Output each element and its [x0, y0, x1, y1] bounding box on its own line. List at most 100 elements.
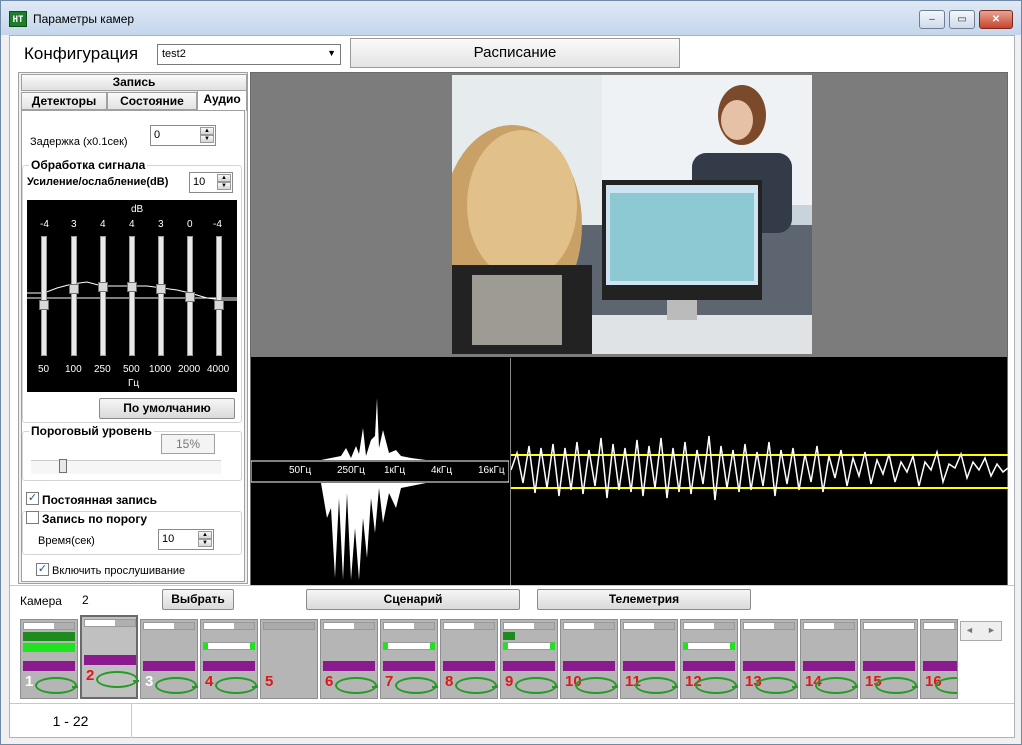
eq-thumb-100[interactable] [69, 284, 79, 294]
eq-slider-1000[interactable] [158, 236, 164, 356]
camera-thumb-3[interactable]: 3 [140, 619, 198, 699]
tab-audio[interactable]: Аудио [197, 90, 247, 111]
camera-number: 8 [445, 673, 454, 690]
select-button[interactable]: Выбрать [162, 589, 234, 610]
eq-thumb-4000[interactable] [214, 300, 224, 310]
record-bar [683, 661, 735, 671]
record-bar [383, 661, 435, 671]
delay-value: 0 [154, 129, 161, 141]
record-bar [23, 661, 75, 671]
green-loop-icon [695, 677, 738, 694]
tab-detectors[interactable]: Детекторы [21, 92, 107, 110]
delay-spinner[interactable]: 0 ▲ ▼ [150, 125, 216, 146]
camera-controls-bar: Камера 2 Выбрать Сценарий Телеметрия [10, 585, 1014, 615]
camera-thumb-1[interactable]: 1 [20, 619, 78, 699]
spin-up-icon[interactable]: ▲ [200, 127, 214, 135]
maximize-button[interactable]: ▭ [949, 10, 975, 29]
tab-state[interactable]: Состояние [107, 92, 197, 110]
camera-thumb-5[interactable]: 5 [260, 619, 318, 699]
eq-freq-1000: 1000 [149, 364, 172, 375]
camera-range-tab[interactable]: 1 - 22 [10, 704, 132, 738]
eq-thumb-50[interactable] [39, 300, 49, 310]
listen-checkbox[interactable]: ✓ [36, 563, 49, 576]
eq-slider-4000[interactable] [216, 236, 222, 356]
activity-bar [503, 632, 515, 640]
spin-down-icon[interactable]: ▼ [198, 539, 212, 547]
camera-thumb-16[interactable]: 16 [920, 619, 958, 699]
status-bar [23, 622, 75, 630]
threshold-thumb[interactable] [59, 459, 67, 473]
constant-record-checkbox[interactable]: ✓ [26, 492, 39, 505]
camera-thumb-11[interactable]: 11 [620, 619, 678, 699]
listen-label: Включить прослушивание [52, 565, 186, 577]
level-bar [683, 642, 735, 650]
telemetry-button[interactable]: Телеметрия [537, 589, 751, 610]
green-loop-icon [35, 677, 78, 694]
tab-schedule[interactable]: Расписание [350, 38, 680, 68]
camera-thumb-2[interactable]: 2 [80, 615, 139, 699]
record-bar [143, 661, 195, 671]
spin-down-icon[interactable]: ▼ [200, 135, 214, 143]
camera-number: 7 [385, 673, 394, 690]
default-button[interactable]: По умолчанию [99, 398, 235, 419]
eq-slider-100[interactable] [71, 236, 77, 356]
eq-slider-500[interactable] [129, 236, 135, 356]
time-spinner[interactable]: 10 ▲ ▼ [158, 529, 214, 550]
camera-image[interactable] [452, 75, 812, 354]
scroll-right-icon[interactable]: ► [987, 625, 996, 635]
level-bar [503, 642, 555, 650]
status-bar [923, 622, 957, 630]
configuration-select[interactable]: test2 ▼ [157, 44, 341, 65]
record-bar [743, 661, 795, 671]
eq-freq-500: 500 [123, 364, 140, 375]
eq-thumb-250[interactable] [98, 282, 108, 292]
spin-up-icon[interactable]: ▲ [198, 531, 212, 539]
camera-thumb-4[interactable]: 4 [200, 619, 258, 699]
eq-freq-2000: 2000 [178, 364, 201, 375]
minimize-button[interactable]: ‒ [919, 10, 945, 29]
green-loop-icon [575, 677, 618, 694]
eq-slider-50[interactable] [41, 236, 47, 356]
gain-label: Усиление/ослабление(dB) [27, 176, 169, 188]
eq-freq-100: 100 [65, 364, 82, 375]
camera-thumb-10[interactable]: 10 [560, 619, 618, 699]
signal-processing-group: Обработка сигнала Усиление/ослабление(dB… [22, 158, 242, 423]
record-bar [443, 661, 495, 671]
scroll-left-icon[interactable]: ◄ [965, 625, 974, 635]
eq-thumb-1000[interactable] [156, 284, 166, 294]
threshold-title: Пороговый уровень [29, 424, 154, 438]
camera-thumb-12[interactable]: 12 [680, 619, 738, 699]
eq-thumb-2000[interactable] [185, 292, 195, 302]
spin-up-icon[interactable]: ▲ [217, 174, 231, 182]
activity-bar [23, 632, 75, 641]
scenario-button[interactable]: Сценарий [306, 589, 520, 610]
camera-thumb-15[interactable]: 15 [860, 619, 918, 699]
camera-number: 4 [205, 673, 214, 690]
camera-viewer: 50Гц 250Гц 1кГц 4кГц 16кГц [250, 72, 1009, 586]
camera-thumb-6[interactable]: 6 [320, 619, 378, 699]
camera-thumb-13[interactable]: 13 [740, 619, 798, 699]
green-loop-icon [755, 677, 798, 694]
signal-processing-title: Обработка сигнала [29, 158, 148, 172]
eq-slider-250[interactable] [100, 236, 106, 356]
camera-number: 2 [86, 667, 95, 684]
camera-thumb-7[interactable]: 7 [380, 619, 438, 699]
green-loop-icon [455, 677, 498, 694]
record-bar [923, 661, 957, 671]
close-button[interactable]: ✕ [979, 10, 1013, 29]
eq-hz-label: Гц [128, 378, 140, 389]
gain-spinner[interactable]: 10 ▲ ▼ [189, 172, 233, 193]
camera-thumb-9[interactable]: 9 [500, 619, 558, 699]
threshold-group: Пороговый уровень 15% [22, 424, 242, 481]
camera-input[interactable]: 2 [78, 589, 160, 610]
configuration-tab[interactable]: Конфигурация test2 ▼ [12, 38, 349, 68]
camera-thumb-8[interactable]: 8 [440, 619, 498, 699]
level-bar [203, 642, 255, 650]
threshold-record-checkbox[interactable] [26, 511, 39, 524]
waveform-panel [510, 358, 1009, 586]
camera-thumb-14[interactable]: 14 [800, 619, 858, 699]
record-bar [323, 661, 375, 671]
spin-down-icon[interactable]: ▼ [217, 182, 231, 190]
camera-preview-area [251, 73, 1007, 357]
eq-thumb-500[interactable] [127, 282, 137, 292]
